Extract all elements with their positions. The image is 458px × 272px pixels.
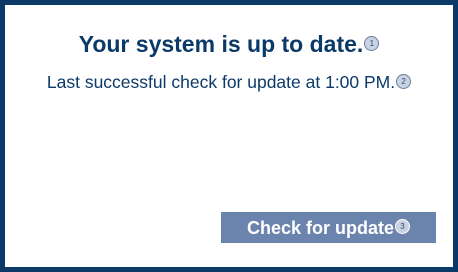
annotation-marker-1: 1	[364, 36, 380, 52]
update-status-panel: Your system is up to date. 1 Last success…	[0, 0, 458, 272]
status-title-text: Your system is up to date.	[78, 31, 364, 57]
annotation-marker-2: 2	[396, 73, 412, 89]
annotation-marker-3: 3	[395, 219, 411, 235]
status-title: Your system is up to date. 1	[5, 31, 453, 58]
check-for-update-label: Check for update	[246, 217, 395, 238]
last-check-text: Last successful check for update at 1:00…	[5, 72, 453, 93]
last-check-label: Last successful check for update at 1:00…	[46, 72, 396, 92]
check-for-update-button[interactable]: Check for update 3	[221, 212, 436, 243]
